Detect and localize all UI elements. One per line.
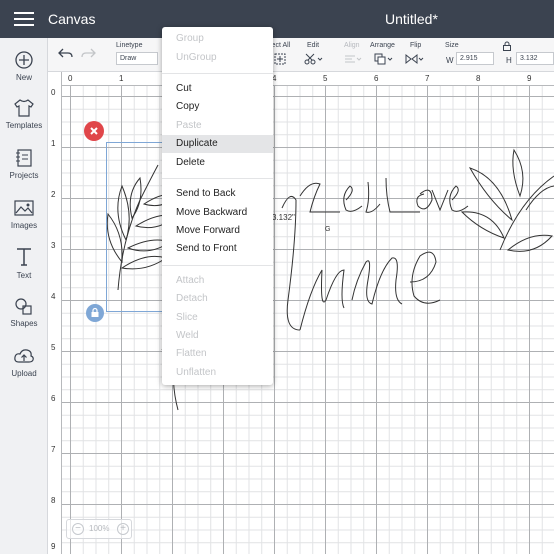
menu-item-attach[interactable]: Attach: [162, 272, 273, 290]
zoom-level: 100%: [89, 524, 110, 533]
menu-item-detach[interactable]: Detach: [162, 290, 273, 308]
menu-item-ungroup[interactable]: UnGroup: [162, 49, 273, 67]
menu-item-group[interactable]: Group: [162, 30, 273, 48]
menu-item-copy[interactable]: Copy: [162, 98, 273, 116]
menu-item-move-backward[interactable]: Move Backward: [162, 204, 273, 222]
lock-icon: [91, 307, 99, 317]
menu-separator: [162, 265, 273, 266]
canvas-g-label: G: [325, 226, 331, 233]
app-window: Canvas Untitled* New Templates Projects …: [0, 0, 554, 554]
dimension-readout: 3.132": [272, 213, 295, 222]
lock-proportions-button[interactable]: [86, 304, 104, 322]
menu-item-unflatten[interactable]: Unflatten: [162, 364, 273, 382]
zoom-out-button[interactable]: −: [72, 523, 84, 535]
menu-item-paste[interactable]: Paste: [162, 117, 273, 135]
menu-item-flatten[interactable]: Flatten: [162, 345, 273, 363]
menu-item-weld[interactable]: Weld: [162, 327, 273, 345]
menu-item-delete[interactable]: Delete: [162, 154, 273, 172]
menu-item-send-to-back[interactable]: Send to Back: [162, 185, 273, 203]
zoom-in-button[interactable]: +: [117, 523, 129, 535]
artwork-layer: [106, 148, 554, 411]
context-menu: Group UnGroup Cut Copy Paste Duplicate D…: [162, 27, 273, 385]
menu-item-send-to-front[interactable]: Send to Front: [162, 240, 273, 258]
close-icon: [90, 127, 98, 135]
menu-separator: [162, 178, 273, 179]
leaf-branch-right[interactable]: [460, 148, 554, 252]
delete-selection-button[interactable]: [84, 121, 104, 141]
menu-item-move-forward[interactable]: Move Forward: [162, 222, 273, 240]
zoom-control: − 100% +: [66, 519, 132, 539]
menu-separator: [162, 73, 273, 74]
menu-item-cut[interactable]: Cut: [162, 80, 273, 98]
menu-item-slice[interactable]: Slice: [162, 309, 273, 327]
menu-item-duplicate[interactable]: Duplicate: [162, 135, 273, 153]
